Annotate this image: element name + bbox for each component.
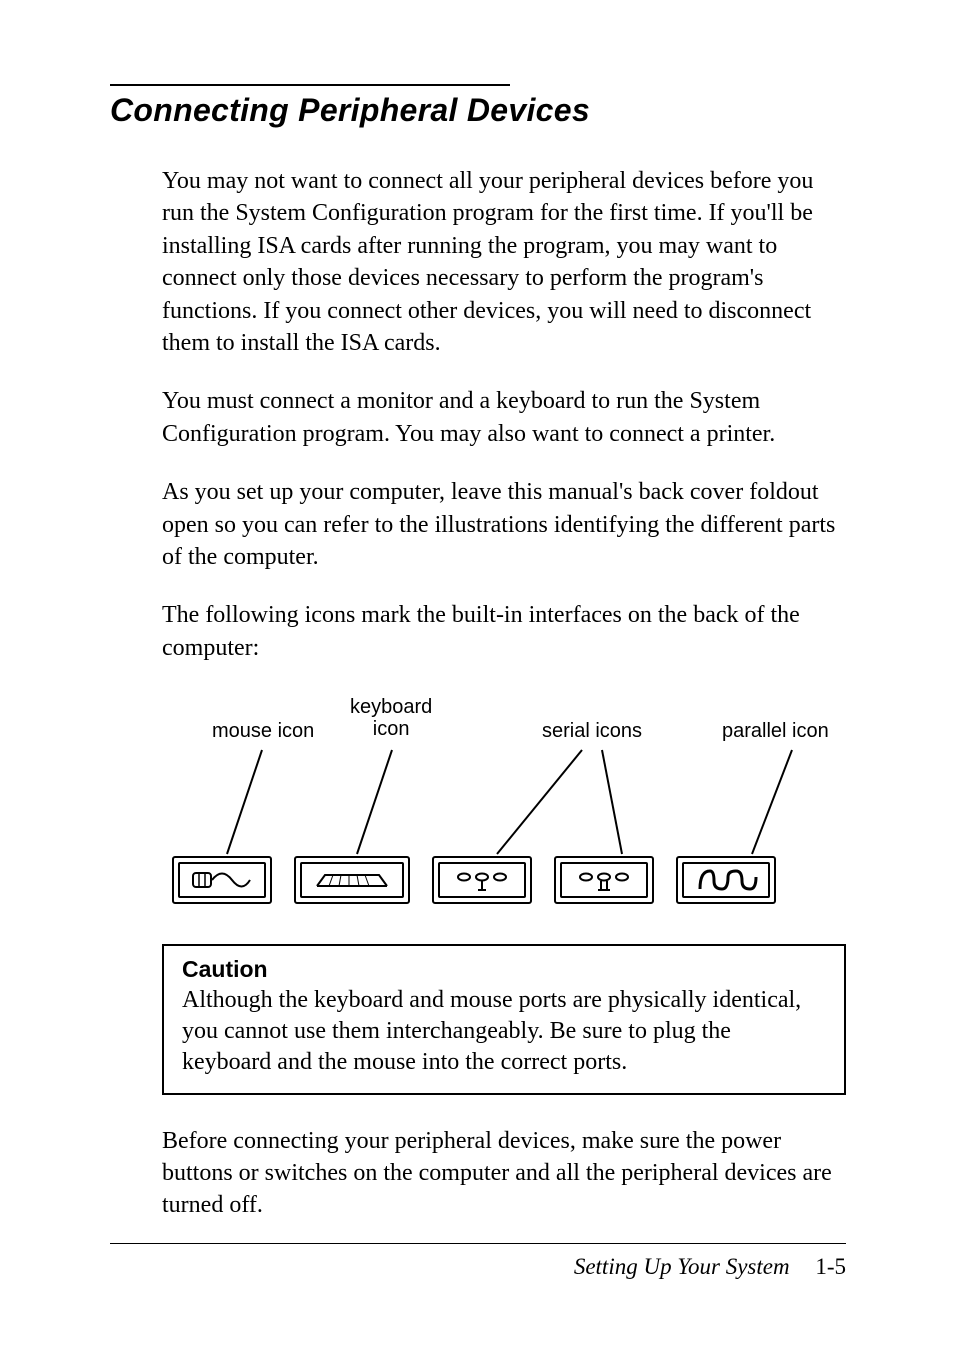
- caution-box: Caution Although the keyboard and mouse …: [162, 944, 846, 1095]
- title-rule: [110, 84, 510, 86]
- footer-rule: [110, 1243, 846, 1244]
- paragraph-2: You must connect a monitor and a keyboar…: [162, 385, 846, 450]
- caution-text: Although the keyboard and mouse ports ar…: [182, 985, 826, 1079]
- parallel-port-icon: [676, 856, 776, 904]
- ports-figure: mouse icon keyboard icon serial icons pa…: [162, 694, 846, 904]
- footer-page-number: 1-5: [815, 1254, 846, 1279]
- label-lines: [162, 694, 862, 864]
- keyboard-port-icon: [294, 856, 410, 904]
- page-title: Connecting Peripheral Devices: [110, 92, 846, 129]
- caution-title: Caution: [182, 956, 826, 983]
- footer-section: Setting Up Your System: [574, 1254, 790, 1279]
- serial-port-2-icon: [554, 856, 654, 904]
- serial-port-1-icon: [432, 856, 532, 904]
- page-footer: Setting Up Your System 1-5: [574, 1254, 846, 1280]
- paragraph-3: As you set up your computer, leave this …: [162, 476, 846, 573]
- mouse-port-icon: [172, 856, 272, 904]
- closing-paragraph: Before connecting your peripheral device…: [162, 1125, 846, 1222]
- paragraph-4: The following icons mark the built-in in…: [162, 599, 846, 664]
- paragraph-1: You may not want to connect all your per…: [162, 165, 846, 359]
